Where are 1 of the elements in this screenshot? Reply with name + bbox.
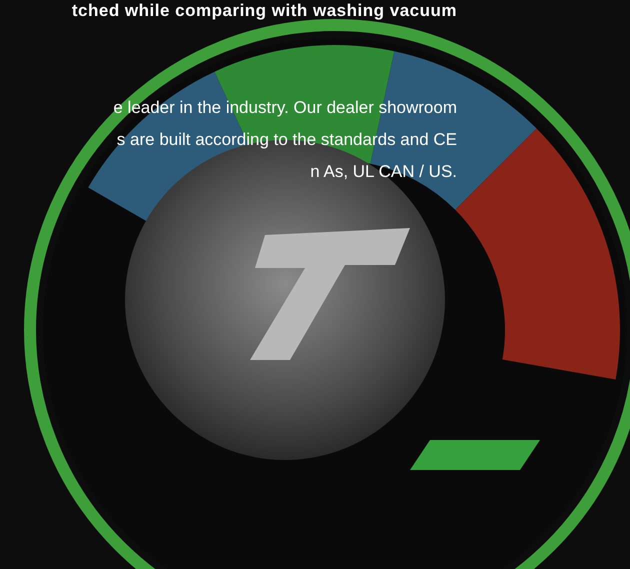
heading: tched while comparing with washing vacuum	[72, 0, 457, 22]
